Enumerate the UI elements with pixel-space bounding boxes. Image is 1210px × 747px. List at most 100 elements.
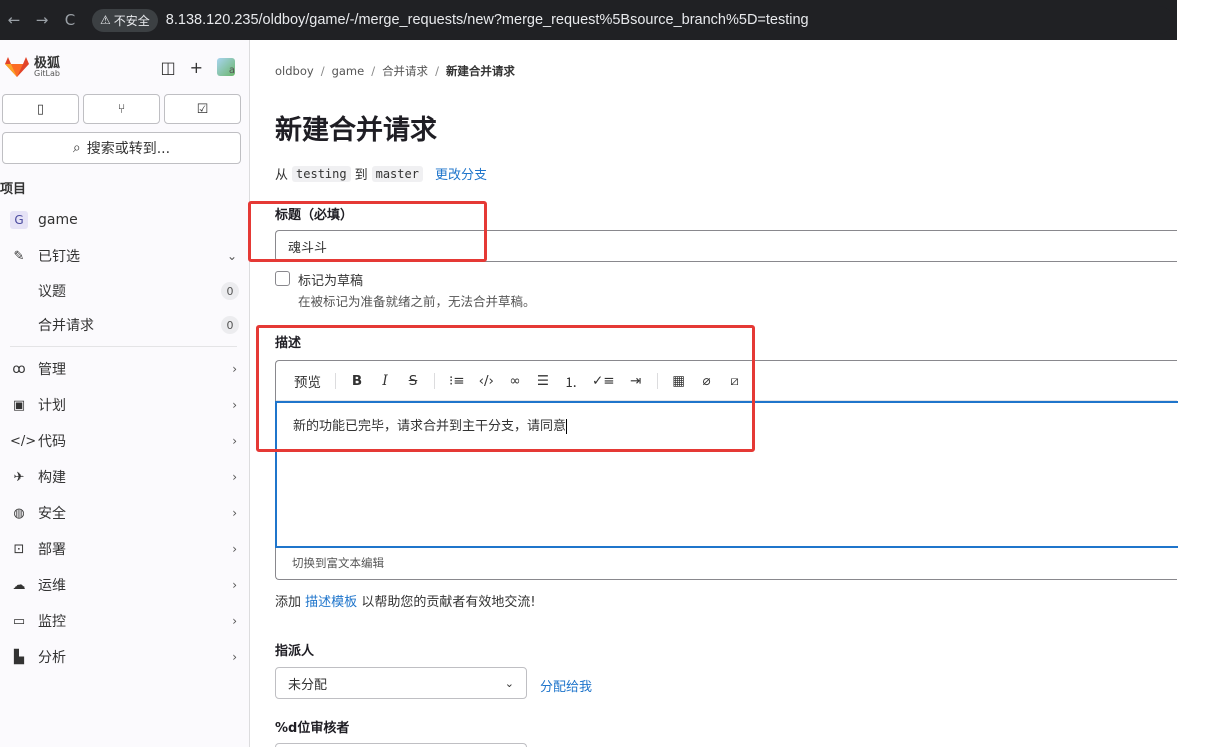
gitlab-logo-icon[interactable] [4, 56, 30, 78]
assignee-label: 指派人 [275, 644, 315, 659]
cloud-icon: ☁ [12, 577, 26, 593]
switch-rich-text-button[interactable]: 切换到富文本编辑 [276, 547, 384, 579]
logo-text: 极狐 GitLab [34, 55, 61, 78]
sidebar-item-code[interactable]: </> 代码 › [0, 423, 249, 459]
chart-icon: ▙ [14, 649, 24, 665]
sidebar-item-operate[interactable]: ☁ 运维 › [0, 567, 249, 603]
editor-toolbar: 预览 B I S ⁝≡ ‹/› ∞ ☰ ⒈ ✓≡ ⇥ ▦ ⌀ ⧄ [276, 361, 1177, 401]
warning-icon: ⚠ [100, 13, 111, 27]
sidebar-item-manage[interactable]: ꝏ 管理 › [0, 351, 249, 387]
todo-icon: ☑ [196, 101, 209, 117]
numbered-list-icon[interactable]: ⒈ [564, 371, 578, 391]
attach-icon[interactable]: ⌀ [700, 373, 714, 389]
count-badge: 0 [221, 316, 239, 334]
description-template-link[interactable]: 描述模板 [305, 595, 357, 610]
code-icon: </> [10, 433, 37, 449]
chevron-right-icon: › [232, 542, 237, 556]
plus-icon[interactable]: + [190, 58, 203, 77]
sidebar-item-deploy[interactable]: ⊡ 部署 › [0, 531, 249, 567]
sidebar-tabs: ▯ ⑂ ☑ [0, 94, 249, 124]
chevron-down-icon: ⌄ [504, 676, 514, 690]
code-icon[interactable]: ‹/› [479, 373, 494, 389]
chevron-right-icon: › [232, 470, 237, 484]
table-icon[interactable]: ▦ [672, 373, 686, 389]
sidebar-item-monitor[interactable]: ▭ 监控 › [0, 603, 249, 639]
quick-action-icon[interactable]: ⧄ [728, 373, 742, 389]
sidebar-item-build[interactable]: ✈ 构建 › [0, 459, 249, 495]
title-input[interactable]: 魂斗斗 [275, 230, 1177, 262]
chevron-right-icon: › [232, 398, 237, 412]
sidebar-item-plan[interactable]: ▣ 计划 › [0, 387, 249, 423]
assign-to-me-link[interactable]: 分配给我 [540, 676, 592, 695]
sidebar-item-merge-requests[interactable]: 合并请求 0 [0, 308, 249, 342]
bold-icon[interactable]: B [350, 373, 364, 389]
task-list-icon[interactable]: ✓≡ [592, 373, 615, 389]
issue-icon: ▯ [36, 101, 45, 117]
strikethrough-icon[interactable]: S [406, 373, 420, 389]
forward-icon[interactable]: → [28, 11, 56, 29]
italic-icon[interactable]: I [378, 373, 392, 389]
link-icon[interactable]: ∞ [508, 373, 522, 389]
chevron-right-icon: › [232, 434, 237, 448]
insecure-badge[interactable]: ⚠ 不安全 [92, 8, 158, 32]
sidebar-item-issues[interactable]: 议题 0 [0, 274, 249, 308]
branch-info: 从 testing 到 master 更改分支 [275, 164, 487, 183]
sidebar-toggle-icon[interactable]: ◫ [160, 58, 175, 77]
todos-tab-button[interactable]: ☑ [164, 94, 241, 124]
draft-checkbox[interactable] [275, 271, 290, 286]
template-hint: 添加 描述模板 以帮助您的贡献者有效地交流! [275, 595, 536, 610]
address-bar[interactable]: ⚠ 不安全 8.138.120.235/oldboy/game/-/merge_… [92, 6, 1173, 34]
pin-icon: ✎ [13, 248, 25, 264]
bullet-list-icon[interactable]: ☰ [536, 373, 550, 389]
users-icon: ꝏ [12, 361, 26, 377]
sidebar-item-secure[interactable]: ◍ 安全 › [0, 495, 249, 531]
chevron-right-icon: › [232, 506, 237, 520]
chevron-right-icon: › [232, 614, 237, 628]
sidebar-header: 极狐 GitLab ◫ + a [0, 40, 249, 94]
change-branches-link[interactable]: 更改分支 [435, 164, 487, 183]
monitor-icon: ▭ [12, 613, 26, 629]
chevron-right-icon: › [232, 650, 237, 664]
url-text[interactable]: 8.138.120.235/oldboy/game/-/merge_reques… [166, 12, 809, 28]
window-gutter [1177, 0, 1210, 747]
merge-request-icon: ⑂ [117, 101, 126, 117]
draft-label[interactable]: 标记为草稿 [298, 270, 536, 289]
breadcrumb-item[interactable]: oldboy [275, 64, 314, 78]
rocket-icon: ✈ [13, 469, 25, 485]
browser-toolbar: ← → C ⚠ 不安全 8.138.120.235/oldboy/game/-/… [0, 0, 1177, 40]
avatar[interactable]: a [217, 58, 235, 76]
breadcrumb-current: 新建合并请求 [445, 64, 515, 78]
indent-icon[interactable]: ⇥ [629, 373, 643, 389]
chevron-right-icon: › [232, 578, 237, 592]
preview-tab[interactable]: 预览 [294, 371, 321, 391]
breadcrumb-item[interactable]: game [332, 64, 365, 78]
merge-requests-tab-button[interactable]: ⑂ [83, 94, 160, 124]
quote-icon[interactable]: ⁝≡ [449, 373, 465, 389]
description-label: 描述 [275, 336, 302, 351]
chevron-down-icon: ⌄ [226, 249, 237, 263]
draft-help-text: 在被标记为准备就绪之前，无法合并草稿。 [298, 294, 536, 309]
breadcrumb-item[interactable]: 合并请求 [382, 64, 428, 78]
search-icon: ⌕ [72, 140, 81, 156]
back-icon[interactable]: ← [0, 11, 28, 29]
issues-tab-button[interactable]: ▯ [2, 94, 79, 124]
search-button[interactable]: ⌕ 搜索或转到... [2, 132, 241, 164]
description-editor: 预览 B I S ⁝≡ ‹/› ∞ ☰ ⒈ ✓≡ ⇥ ▦ ⌀ ⧄ 新的功能已完毕… [275, 360, 1178, 580]
calendar-icon: ▣ [12, 397, 26, 413]
sidebar: 极狐 GitLab ◫ + a ▯ ⑂ ☑ ⌕ 搜索或转到... 项目 G ga… [0, 40, 250, 747]
page-title: 新建合并请求 [275, 115, 437, 146]
sidebar-item-project[interactable]: G game [0, 202, 249, 238]
assignee-select[interactable]: 未分配 ⌄ [275, 667, 527, 699]
text-caret [566, 419, 568, 434]
chevron-right-icon: › [232, 362, 237, 376]
description-textarea[interactable]: 新的功能已完毕，请求合并到主干分支，请同意 [275, 401, 1178, 548]
reviewer-select[interactable] [275, 743, 527, 747]
sidebar-item-pinned[interactable]: ✎ 已钉选 ⌄ [0, 238, 249, 274]
source-branch: testing [292, 165, 351, 182]
target-branch: master [371, 165, 423, 182]
sidebar-item-analyze[interactable]: ▙ 分析 › [0, 639, 249, 675]
project-avatar: G [10, 211, 28, 229]
reload-icon[interactable]: C [56, 11, 84, 29]
deploy-icon: ⊡ [13, 541, 25, 557]
shield-icon: ◍ [13, 505, 25, 521]
